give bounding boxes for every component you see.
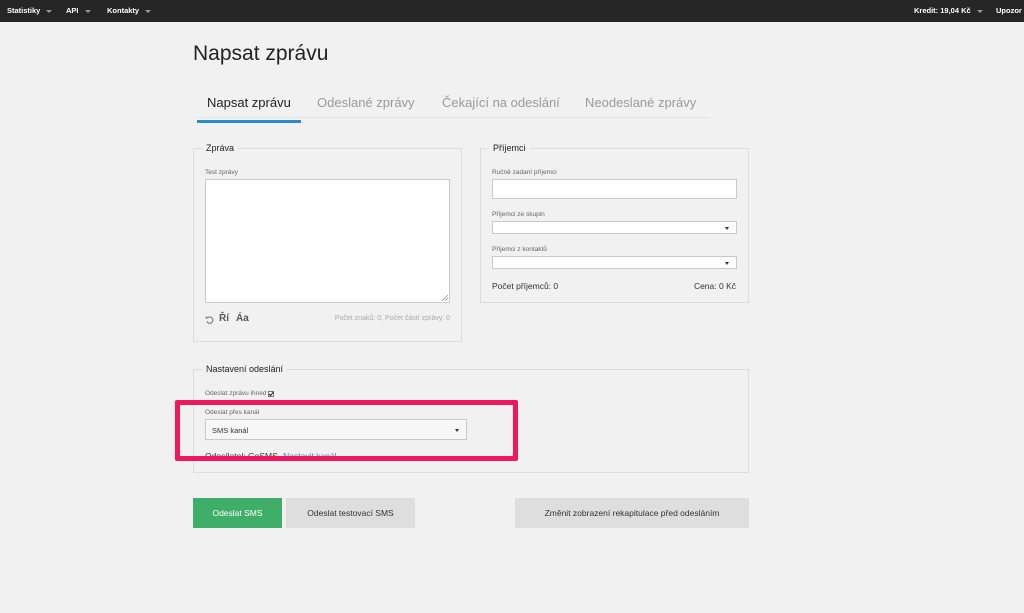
- channel-select-value: SMS kanál: [212, 426, 249, 435]
- message-textarea[interactable]: [205, 179, 450, 303]
- recipients-panel: Příjemci Ručně zadaní příjemci Příjemci …: [480, 143, 749, 303]
- top-navbar: Statistiky API Kontakty Kredit: 19,04 Kč…: [0, 0, 1024, 22]
- message-panel: Zpráva Test zprávy Ří Áa Počet znaků: 0,…: [193, 143, 462, 342]
- price-total: Cena: 0 Kč: [693, 281, 736, 291]
- group-recipients-label: Příjemci ze skupin: [492, 211, 545, 218]
- chevron-down-icon: [976, 9, 983, 13]
- resize-handle-icon[interactable]: [442, 295, 448, 301]
- recipients-panel-legend: Příjemci: [489, 143, 530, 153]
- nav-statistiky[interactable]: Statistiky: [7, 0, 53, 22]
- group-recipients-select[interactable]: [492, 221, 737, 234]
- chevron-down-icon: [725, 261, 729, 265]
- checkmark-icon: [269, 391, 275, 396]
- nav-api-label: API: [66, 6, 79, 15]
- set-channel-link[interactable]: Nastavit kanál: [283, 451, 336, 461]
- toggle-summary-button[interactable]: Změnit zobrazení rekapitulace před odesl…: [515, 498, 749, 528]
- channel-label: Odeslat přes kanál: [205, 409, 260, 416]
- sender-label: Odesílatel: GoSMS: [205, 451, 278, 461]
- chevron-down-icon: [145, 9, 152, 13]
- credit-label: Kredit: 19,04 Kč: [914, 6, 971, 15]
- sender-row: Odesílatel: GoSMS Nastavit kanál: [205, 451, 337, 461]
- message-tabs: Napsat zprávu Odeslané zprávy Čekající n…: [197, 92, 710, 123]
- chevron-down-icon: [455, 428, 459, 432]
- notifications-label: Upozor: [996, 6, 1022, 15]
- nav-statistiky-label: Statistiky: [7, 6, 41, 15]
- nav-api[interactable]: API: [66, 0, 91, 22]
- diacritics-tool-button[interactable]: Ří: [219, 313, 229, 324]
- tab-write-message[interactable]: Napsat zprávu: [197, 95, 301, 123]
- send-test-sms-button[interactable]: Odeslat testovací SMS: [286, 498, 415, 528]
- message-panel-legend: Zpráva: [202, 143, 239, 153]
- tab-unsent-messages[interactable]: Neodeslané zprávy: [585, 95, 696, 121]
- recipients-count: Počet příjemců: 0: [492, 281, 559, 291]
- character-counter: Počet znaků: 0, Počet částí zprávy: 0: [334, 315, 450, 322]
- send-now-label: Odeslat zprávu ihned: [205, 390, 267, 397]
- send-now-checkbox[interactable]: [268, 390, 275, 397]
- nav-notifications[interactable]: Upozor: [996, 0, 1022, 22]
- send-settings-legend: Nastavení odeslání: [202, 364, 288, 374]
- channel-select[interactable]: SMS kanál: [205, 419, 467, 440]
- chevron-down-icon: [46, 9, 53, 13]
- send-settings-panel: Nastavení odeslání Odeslat zprávu ihned …: [193, 364, 749, 473]
- send-now-row: Odeslat zprávu ihned: [205, 390, 275, 397]
- send-sms-button[interactable]: Odeslat SMS: [193, 498, 282, 528]
- nav-kontakty-label: Kontakty: [107, 6, 140, 15]
- manual-recipients-label: Ručně zadaní příjemci: [492, 169, 557, 176]
- undo-icon[interactable]: [205, 315, 214, 324]
- message-text-label: Test zprávy: [205, 169, 238, 176]
- contact-recipients-select[interactable]: [492, 256, 737, 269]
- contact-recipients-label: Příjemci z kontaktů: [492, 246, 547, 253]
- case-tool-button[interactable]: Áa: [236, 313, 249, 324]
- tab-sent-messages[interactable]: Odeslané zprávy: [317, 95, 415, 121]
- nav-kontakty[interactable]: Kontakty: [107, 0, 152, 22]
- chevron-down-icon: [84, 9, 91, 13]
- tab-pending-messages[interactable]: Čekající na odeslání: [442, 95, 560, 121]
- nav-credit[interactable]: Kredit: 19,04 Kč: [914, 0, 983, 22]
- chevron-down-icon: [725, 226, 729, 230]
- page-title: Napsat zprávu: [193, 42, 329, 65]
- manual-recipients-input[interactable]: [492, 179, 737, 199]
